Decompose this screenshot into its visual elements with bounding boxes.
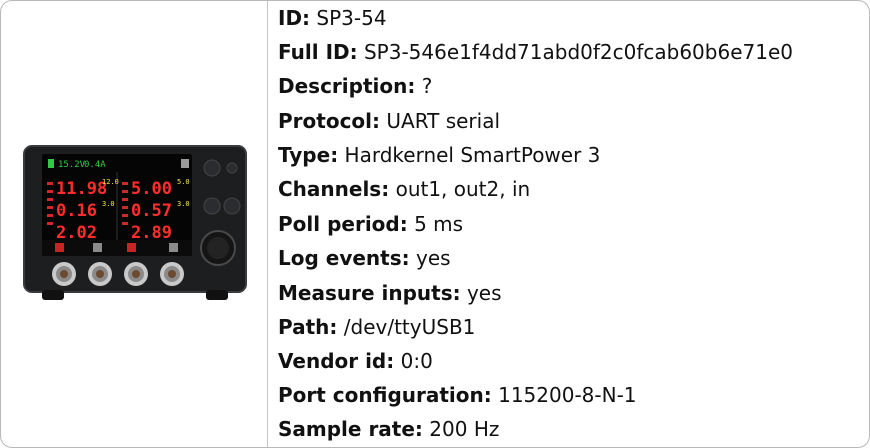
property-value: SP3-54 <box>316 6 387 30</box>
property-label: Path: <box>278 315 338 339</box>
property-value: yes <box>416 246 451 270</box>
property-label: Description: <box>278 74 416 98</box>
device-info-card: 15.2V 0.4A 11.98 0.16 2.02 12.0 3.0 5.00… <box>0 0 870 448</box>
property-label: ID: <box>278 6 311 30</box>
property-label: Full ID: <box>278 40 358 64</box>
ch2-set-volts-text: 5.0 <box>177 178 190 186</box>
property-value: yes <box>466 281 502 305</box>
ch1-set-amps-text: 3.0 <box>102 200 115 208</box>
ch1-amps-text: 0.16 <box>56 201 97 221</box>
property-label: Measure inputs: <box>278 281 461 305</box>
property-label: Protocol: <box>278 109 381 133</box>
property-row-vendor-id: Vendor id: 0:0 <box>278 344 433 378</box>
property-value: 5 ms <box>414 212 464 236</box>
ch1-set-volts-text: 12.0 <box>102 178 119 186</box>
property-row-measure-inputs: Measure inputs: yes <box>278 276 502 310</box>
property-value: /dev/ttyUSB1 <box>343 315 476 339</box>
device-photo: 15.2V 0.4A 11.98 0.16 2.02 12.0 3.0 5.00… <box>22 144 248 304</box>
property-row-sample-rate: Sample rate: 200 Hz <box>278 412 499 446</box>
property-row-description: Description: ? <box>278 69 432 103</box>
property-value: SP3-546e1f4dd71abd0f2c0fcab60b6e71e0 <box>363 40 793 64</box>
device-image-cell: 15.2V 0.4A 11.98 0.16 2.02 12.0 3.0 5.00… <box>1 1 268 447</box>
property-row-poll-period: Poll period: 5 ms <box>278 207 463 241</box>
property-label: Vendor id: <box>278 349 395 373</box>
property-row-channels: Channels: out1, out2, in <box>278 172 530 206</box>
property-value: 200 Hz <box>429 417 500 441</box>
property-row-path: Path: /dev/ttyUSB1 <box>278 310 475 344</box>
power-supply-image: 15.2V 0.4A 11.98 0.16 2.02 12.0 3.0 5.00… <box>23 145 247 300</box>
property-label: Channels: <box>278 177 390 201</box>
ch2-set-amps-text: 3.0 <box>177 200 190 208</box>
property-label: Log events: <box>278 246 410 270</box>
property-label: Sample rate: <box>278 417 423 441</box>
status-current-text: 0.4A <box>84 160 106 170</box>
property-value: 0:0 <box>400 349 433 373</box>
property-value: Hardkernel SmartPower 3 <box>344 143 601 167</box>
property-value: out1, out2, in <box>395 177 531 201</box>
property-label: Port configuration: <box>278 383 492 407</box>
property-row-log-events: Log events: yes <box>278 241 451 275</box>
property-row-port-configuration: Port configuration: 115200-8-N-1 <box>278 378 637 412</box>
property-row-full-id: Full ID: SP3-546e1f4dd71abd0f2c0fcab60b6… <box>278 35 793 69</box>
property-row-protocol: Protocol: UART serial <box>278 104 500 138</box>
ch1-volts-text: 11.98 <box>56 179 107 199</box>
property-value: 115200-8-N-1 <box>498 383 637 407</box>
property-value: ? <box>421 74 433 98</box>
property-value: UART serial <box>386 109 501 133</box>
device-properties: ID: SP3-54 Full ID: SP3-546e1f4dd71abd0f… <box>278 1 869 447</box>
ch2-amps-text: 0.57 <box>131 201 172 221</box>
property-row-type: Type: Hardkernel SmartPower 3 <box>278 138 600 172</box>
status-voltage-text: 15.2V <box>58 160 86 170</box>
property-label: Poll period: <box>278 212 408 236</box>
ch2-volts-text: 5.00 <box>131 179 172 199</box>
property-label: Type: <box>278 143 339 167</box>
property-row-id: ID: SP3-54 <box>278 1 387 35</box>
